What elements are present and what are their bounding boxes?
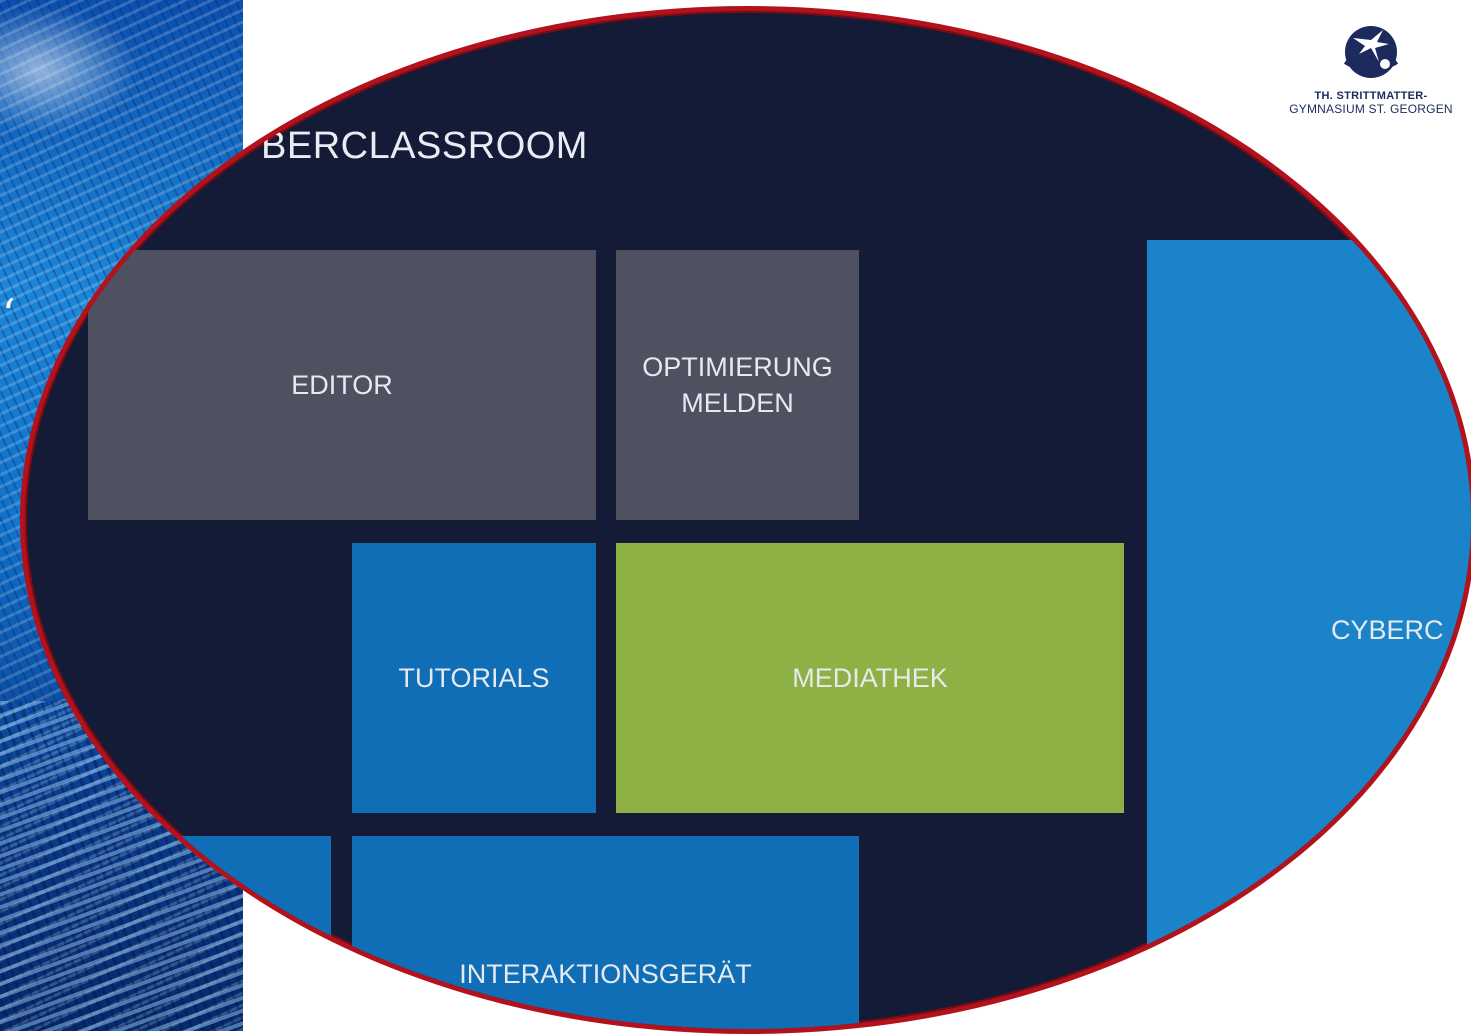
logo-line-1: TH. STRITTMATTER- bbox=[1314, 90, 1428, 102]
app-window-oval: BERCLASSROOM EDITOR OPTIMIERUNG MELDEN T… bbox=[20, 6, 1471, 1034]
app-title: BERCLASSROOM bbox=[261, 125, 588, 167]
quote-mark-glyph: ‘ bbox=[2, 290, 16, 339]
tile-optimierung-label: OPTIMIERUNG MELDEN bbox=[642, 351, 833, 418]
tile-cyber-label: CYBERC bbox=[1331, 614, 1444, 645]
tile-editor[interactable]: EDITOR bbox=[88, 250, 596, 520]
tile-cyberclassroom[interactable]: CYBERC bbox=[1147, 240, 1471, 1020]
tile-interaktionsgeraet[interactable]: INTERAKTIONSGERÄT bbox=[352, 836, 859, 1029]
tile-interaktion-label: INTERAKTIONSGERÄT bbox=[459, 958, 752, 989]
school-logo: TH. STRITTMATTER- GYMNASIUM ST. GEORGEN bbox=[1271, 18, 1471, 138]
tile-mediathek[interactable]: MEDIATHEK bbox=[616, 543, 1124, 813]
tile-editor-label: EDITOR bbox=[291, 369, 393, 400]
logo-line-2: GYMNASIUM ST. GEORGEN bbox=[1289, 102, 1453, 116]
tile-tutorials-label: TUTORIALS bbox=[398, 662, 550, 693]
tile-optimierung-melden[interactable]: OPTIMIERUNG MELDEN bbox=[616, 250, 859, 520]
tile-bottom-left[interactable] bbox=[65, 836, 331, 1029]
tile-mediathek-label: MEDIATHEK bbox=[792, 662, 948, 693]
school-crest-icon bbox=[1343, 26, 1399, 78]
tile-tutorials[interactable]: TUTORIALS bbox=[352, 543, 596, 813]
